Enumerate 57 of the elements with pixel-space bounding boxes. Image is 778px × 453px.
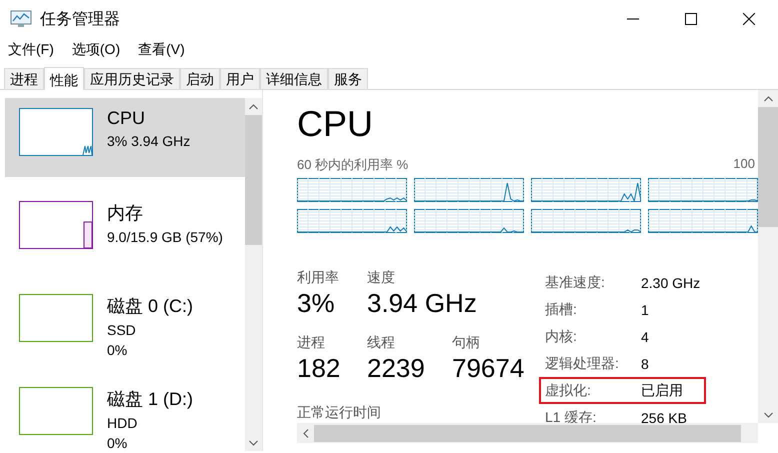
scrollbar[interactable]	[245, 98, 262, 451]
stat-label: 速度	[367, 269, 396, 287]
monitor-icon	[10, 10, 32, 28]
item-detail: HDD	[107, 415, 138, 431]
stat-label: 进程	[297, 334, 326, 352]
spec-label: 插槽:	[545, 300, 578, 318]
spec-value: 已启用	[641, 382, 683, 400]
tab[interactable]: 详细信息	[260, 68, 328, 89]
spec-value: 256 KB	[641, 410, 687, 423]
stat-label: 句柄	[452, 334, 481, 352]
item-detail: 0%	[107, 435, 128, 451]
menu-item[interactable]: 查看(V)	[138, 41, 185, 61]
spec-label: L1 缓存:	[545, 408, 598, 423]
graph-max-label: 100	[733, 156, 755, 173]
stat-label: 利用率	[297, 269, 340, 287]
spec-label: 基准速度:	[545, 274, 606, 292]
detail-title: CPU	[297, 102, 374, 146]
close-icon	[743, 13, 755, 25]
stat-value: 3%	[297, 287, 335, 319]
scrollbar[interactable]	[758, 90, 778, 423]
window-title: 任务管理器	[40, 10, 120, 30]
spec-value: 1	[641, 302, 649, 318]
scrollbar[interactable]	[297, 423, 758, 443]
stat-label: 线程	[367, 334, 396, 352]
sidebar-item[interactable]: 磁盘 1 (D:) HDD 0%	[5, 377, 245, 453]
stat-value: 79674	[452, 352, 524, 384]
spec-label: 逻辑处理器:	[545, 354, 620, 372]
item-detail: 9.0/15.9 GB (57%)	[107, 229, 223, 245]
item-name: CPU	[107, 108, 146, 129]
item-name: 磁盘 1 (D:)	[107, 388, 194, 411]
sidebar-item[interactable]: 磁盘 0 (C:) SSD 0%	[5, 284, 245, 363]
stat-value: 2239	[367, 352, 425, 384]
item-name: 磁盘 0 (C:)	[107, 295, 194, 318]
stat-value: 3.94 GHz	[367, 287, 477, 319]
item-name: 内存	[107, 202, 144, 225]
sidebar-item[interactable]: 内存 9.0/15.9 GB (57%)	[5, 191, 245, 270]
spec-label: 内核:	[545, 328, 578, 346]
maximize-icon	[685, 13, 697, 25]
stat-label: 正常运行时间	[297, 404, 382, 422]
tab[interactable]: 用户	[220, 68, 260, 89]
tab[interactable]: 服务	[328, 68, 368, 89]
tab[interactable]: 进程	[4, 68, 44, 89]
tab[interactable]: 启动	[180, 68, 220, 89]
sidebar-item[interactable]: CPU 3% 3.94 GHz	[5, 98, 245, 177]
tab[interactable]: 应用历史记录	[84, 68, 180, 89]
menu-item[interactable]: 文件(F)	[8, 41, 54, 61]
graph-label: 60 秒内的利用率 %	[297, 156, 408, 174]
spec-label: 虚拟化:	[545, 382, 592, 400]
item-detail: 3% 3.94 GHz	[107, 133, 190, 149]
item-detail: SSD	[107, 322, 137, 338]
spec-value: 4	[641, 328, 649, 344]
tab[interactable]: 性能	[44, 67, 84, 90]
spec-value: 2.30 GHz	[641, 274, 700, 290]
menu-item[interactable]: 选项(O)	[72, 41, 120, 61]
stat-value: 182	[297, 352, 340, 384]
item-detail: 0%	[107, 342, 128, 358]
spec-value: 8	[641, 356, 649, 372]
